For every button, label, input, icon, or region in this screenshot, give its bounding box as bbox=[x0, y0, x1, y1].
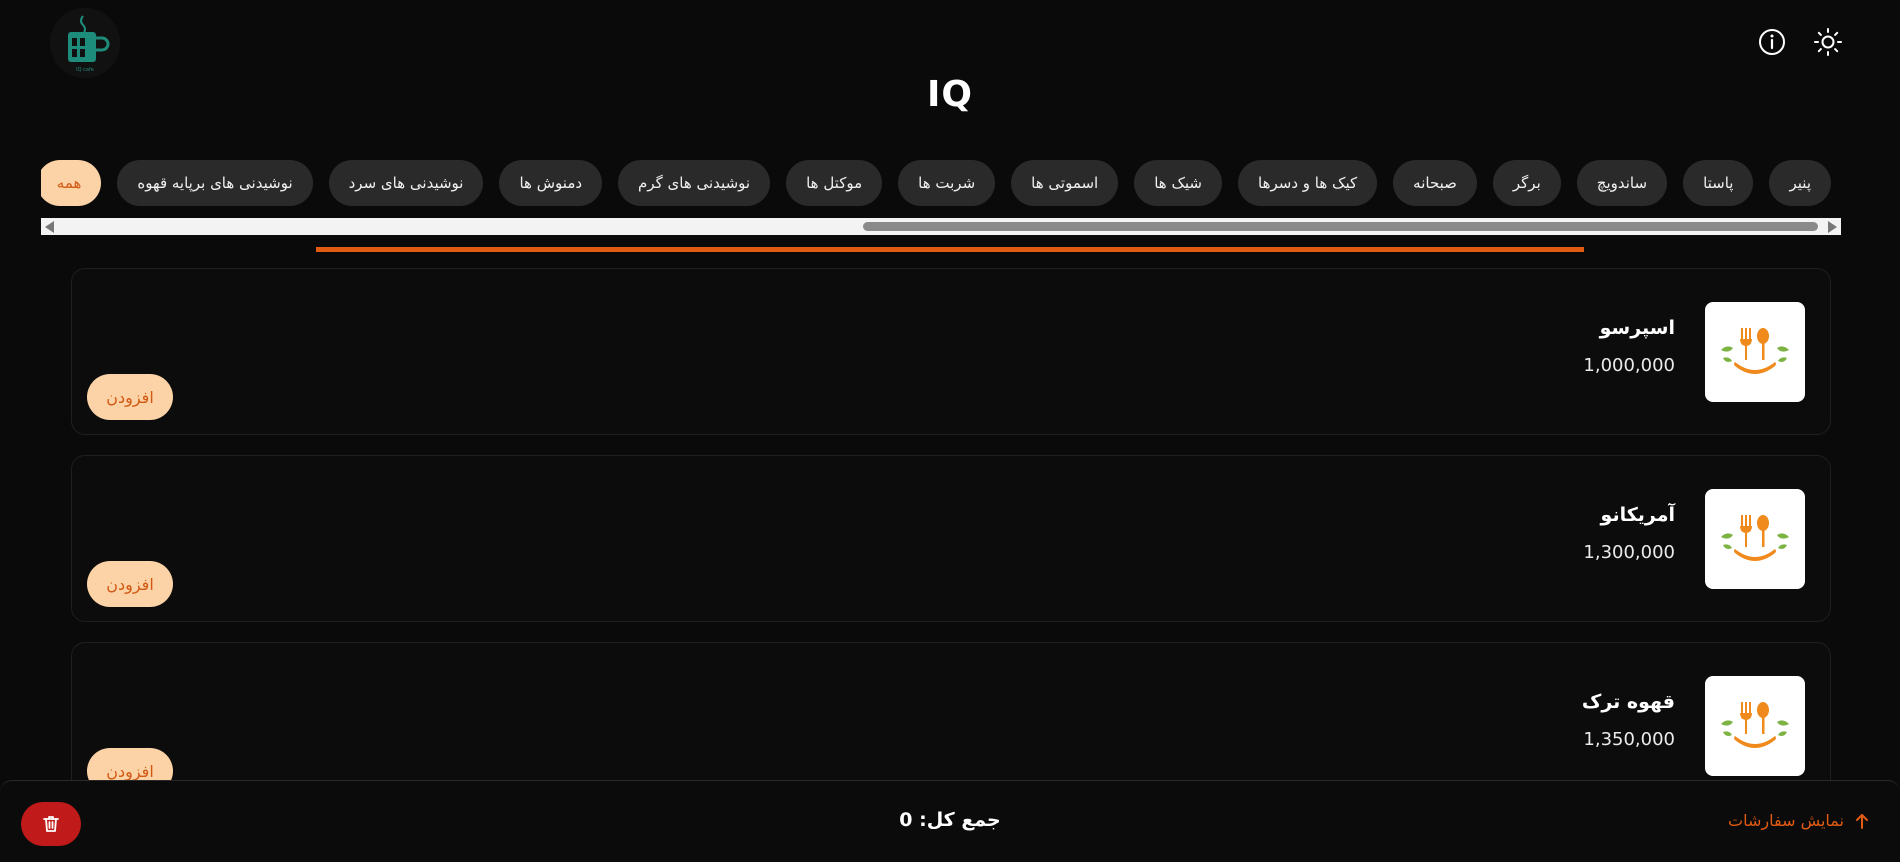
category-tab[interactable]: موکتل ها bbox=[786, 160, 883, 206]
total-amount: جمع کل: 0 bbox=[899, 809, 1001, 831]
sun-icon bbox=[1814, 28, 1842, 56]
category-tab[interactable]: پاستا bbox=[1683, 160, 1754, 206]
scroll-right-arrow[interactable] bbox=[1828, 221, 1837, 233]
scrollbar-thumb[interactable] bbox=[863, 222, 1818, 231]
category-tab[interactable]: کیک ها و دسرها bbox=[1238, 160, 1378, 206]
product-image bbox=[1705, 489, 1805, 589]
product-price: 1,000,000 bbox=[1583, 355, 1675, 376]
product-image bbox=[1705, 676, 1805, 776]
cup-logo-icon: IQ cafe bbox=[50, 8, 120, 78]
order-summary-bar: جمع کل: 0 نمایش سفارشات bbox=[0, 780, 1900, 862]
category-tab[interactable]: اسموتی ها bbox=[1011, 160, 1119, 206]
show-orders-button[interactable]: نمایش سفارشات bbox=[1728, 811, 1870, 830]
product-price: 1,350,000 bbox=[1583, 729, 1675, 750]
food-placeholder-icon bbox=[1721, 702, 1789, 748]
category-tab[interactable]: همه bbox=[41, 160, 102, 206]
tabs-scrollbar[interactable] bbox=[41, 218, 1841, 235]
food-placeholder-icon bbox=[1721, 515, 1789, 561]
info-icon bbox=[1759, 29, 1785, 55]
category-tab[interactable]: شربت ها bbox=[898, 160, 996, 206]
category-tab[interactable]: دمنوش ها bbox=[499, 160, 603, 206]
food-placeholder-icon bbox=[1721, 328, 1789, 374]
arrow-up-icon bbox=[1856, 813, 1868, 829]
category-tab[interactable]: صبحانه bbox=[1393, 160, 1477, 206]
show-orders-label: نمایش سفارشات bbox=[1728, 811, 1844, 830]
svg-text:IQ cafe: IQ cafe bbox=[76, 67, 94, 73]
category-tab[interactable]: برگر bbox=[1492, 160, 1561, 206]
product-name: اسپرسو bbox=[1599, 317, 1675, 339]
category-tab[interactable]: شیک ها bbox=[1134, 160, 1223, 206]
add-to-cart-button[interactable]: افزودن bbox=[87, 561, 173, 607]
category-tab[interactable]: نوشیدنی های سرد bbox=[328, 160, 484, 206]
product-name: قهوه ترک bbox=[1581, 691, 1675, 713]
cafe-logo[interactable]: IQ cafe bbox=[50, 8, 120, 78]
category-tab[interactable]: نوشیدنی های برپایه قهوه bbox=[117, 160, 313, 206]
category-tab[interactable]: نوشیدنی های گرم bbox=[618, 160, 771, 206]
scroll-left-arrow[interactable] bbox=[45, 221, 54, 233]
product-price: 1,300,000 bbox=[1583, 542, 1675, 563]
product-card: آمریکانو 1,300,000 افزودن bbox=[71, 455, 1831, 622]
product-name: آمریکانو bbox=[1600, 504, 1675, 526]
loading-progress-bar bbox=[316, 247, 1584, 252]
app-root: IQ cafe IQ همه نوشیدنی های برپایه قهوه ن… bbox=[0, 0, 1900, 862]
product-list: اسپرسو 1,000,000 افزودن آمریکانو 1,300,0… bbox=[71, 268, 1831, 829]
category-tab[interactable]: پنیر bbox=[1769, 160, 1831, 206]
category-tab[interactable]: ساندویچ bbox=[1576, 160, 1668, 206]
theme-toggle-button[interactable] bbox=[1812, 26, 1844, 58]
page-title: IQ bbox=[927, 74, 973, 115]
add-to-cart-button[interactable]: افزودن bbox=[87, 374, 173, 420]
product-card: اسپرسو 1,000,000 افزودن bbox=[71, 268, 1831, 435]
category-tabs: همه نوشیدنی های برپایه قهوه نوشیدنی های سر… bbox=[41, 160, 1841, 216]
info-button[interactable] bbox=[1756, 26, 1788, 58]
product-image bbox=[1705, 302, 1805, 402]
